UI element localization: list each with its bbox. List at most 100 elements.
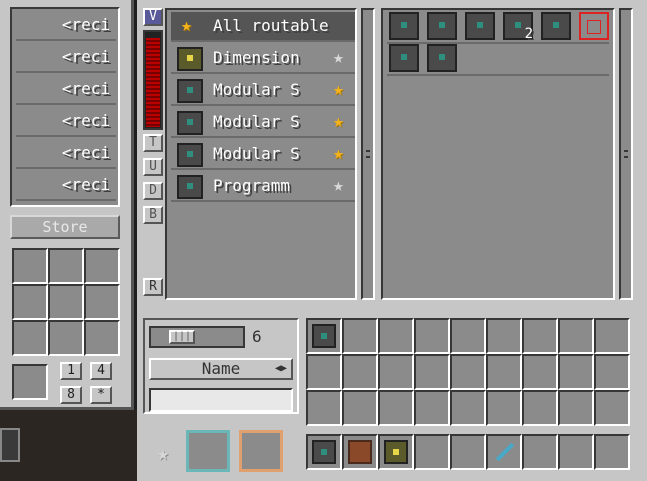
favorite-star-icon[interactable]: ★ (333, 46, 344, 70)
scrollbar-handle[interactable] (366, 150, 370, 160)
inventory-slot[interactable] (342, 354, 378, 390)
inventory-slot[interactable] (558, 390, 594, 426)
storage-block-icon[interactable] (427, 44, 457, 72)
wrench-icon (492, 440, 516, 464)
hotbar-slot[interactable] (594, 434, 630, 470)
inventory-slot[interactable] (450, 318, 486, 354)
inventory-slot[interactable] (378, 390, 414, 426)
block-filter-button[interactable]: B (143, 206, 163, 224)
inventory-slot[interactable] (450, 354, 486, 390)
inventory-slot[interactable] (486, 318, 522, 354)
inventory-slot[interactable] (522, 390, 558, 426)
crafting-slot[interactable] (12, 248, 48, 284)
crafting-slot[interactable] (48, 248, 84, 284)
inventory-slot[interactable] (414, 390, 450, 426)
recipe-row[interactable]: <reci (16, 43, 116, 73)
hotbar-slot[interactable] (558, 434, 594, 470)
item-panel: 2 (381, 8, 615, 300)
hotbar-slot[interactable] (450, 434, 486, 470)
recipe-row[interactable]: <reci (16, 107, 116, 137)
crafting-result-slot[interactable] (12, 364, 48, 400)
inventory-slot[interactable] (450, 390, 486, 426)
favorite-star-icon[interactable]: ★ (333, 142, 344, 166)
recipe-row[interactable]: <reci (16, 171, 116, 201)
hotbar-slot[interactable] (342, 434, 378, 470)
inventory-slot[interactable] (486, 354, 522, 390)
crafting-slot[interactable] (84, 284, 120, 320)
router-row-all[interactable]: ★ All routable (171, 12, 355, 42)
wire-cube-icon[interactable] (579, 12, 609, 40)
row-divider (387, 74, 609, 76)
inventory-slot[interactable] (594, 354, 630, 390)
storage-block-icon[interactable] (427, 12, 457, 40)
hotbar-slot[interactable] (414, 434, 450, 470)
hotbar-slot[interactable] (486, 434, 522, 470)
up-button[interactable]: U (143, 158, 163, 176)
down-button[interactable]: D (143, 182, 163, 200)
craft-count-4-button[interactable]: 4 (90, 362, 112, 380)
craft-count-all-button[interactable]: * (90, 386, 112, 404)
inventory-slot[interactable] (342, 390, 378, 426)
inventory-slot[interactable] (522, 318, 558, 354)
inventory-slot[interactable] (594, 318, 630, 354)
output-slot[interactable] (239, 430, 283, 472)
crafting-slot[interactable] (12, 320, 48, 356)
inventory-slot[interactable] (306, 354, 342, 390)
favorite-star-icon[interactable]: ★ (333, 78, 344, 102)
crafting-slot[interactable] (48, 284, 84, 320)
storage-block-icon[interactable] (389, 44, 419, 72)
count-slider[interactable]: ||| (149, 326, 245, 348)
router-row[interactable]: Programm ★ (171, 172, 355, 202)
hotbar-slot[interactable] (378, 434, 414, 470)
router-row[interactable]: Modular S ★ (171, 108, 355, 138)
inventory-slot[interactable] (414, 354, 450, 390)
storage-block-icon[interactable]: 2 (503, 12, 533, 42)
storage-block-icon[interactable] (541, 12, 571, 40)
inventory-slot[interactable] (306, 318, 342, 354)
storage-block-icon[interactable] (389, 12, 419, 40)
recipe-row[interactable]: <reci (16, 11, 116, 41)
slider-handle[interactable]: ||| (169, 330, 195, 344)
hotbar-slot[interactable] (522, 434, 558, 470)
row-divider (387, 42, 609, 44)
inventory-slot[interactable] (306, 390, 342, 426)
inventory-slot[interactable] (558, 354, 594, 390)
storage-block-icon (177, 143, 203, 167)
recipe-row[interactable]: <reci (16, 139, 116, 169)
hotbar-slot[interactable] (306, 434, 342, 470)
router-list-scrollbar[interactable] (361, 8, 375, 300)
storage-block-icon[interactable] (465, 12, 495, 40)
storage-block-icon (177, 79, 203, 103)
view-mode-button[interactable]: V (143, 8, 163, 26)
crafting-slot[interactable] (84, 248, 120, 284)
inventory-slot[interactable] (414, 318, 450, 354)
inventory-slot[interactable] (594, 390, 630, 426)
scrollbar-handle[interactable] (624, 150, 628, 160)
inventory-slot[interactable] (522, 354, 558, 390)
favorite-star-icon[interactable]: ★ (157, 441, 169, 465)
inventory-slot[interactable] (378, 354, 414, 390)
recipe-row[interactable]: <reci (16, 75, 116, 105)
craft-count-8-button[interactable]: 8 (60, 386, 82, 404)
router-row[interactable]: Dimension ★ (171, 44, 355, 74)
refresh-button[interactable]: R (143, 278, 163, 296)
inventory-slot[interactable] (342, 318, 378, 354)
inventory-slot[interactable] (486, 390, 522, 426)
store-button[interactable]: Store (10, 215, 120, 239)
favorite-star-icon[interactable]: ★ (333, 174, 344, 198)
favorite-star-icon[interactable]: ★ (333, 110, 344, 134)
crafting-slot[interactable] (12, 284, 48, 320)
search-input[interactable] (149, 388, 293, 412)
type-filter-button[interactable]: T (143, 134, 163, 152)
sort-button[interactable]: Name ◀▶ (149, 358, 293, 380)
router-row[interactable]: Modular S ★ (171, 140, 355, 170)
crafting-slot[interactable] (84, 320, 120, 356)
input-slot[interactable] (186, 430, 230, 472)
inventory-slot[interactable] (558, 318, 594, 354)
favorite-star-icon[interactable]: ★ (181, 14, 192, 38)
craft-count-1-button[interactable]: 1 (60, 362, 82, 380)
inventory-slot[interactable] (378, 318, 414, 354)
item-panel-scrollbar[interactable] (619, 8, 633, 300)
crafting-slot[interactable] (48, 320, 84, 356)
router-row[interactable]: Modular S ★ (171, 76, 355, 106)
